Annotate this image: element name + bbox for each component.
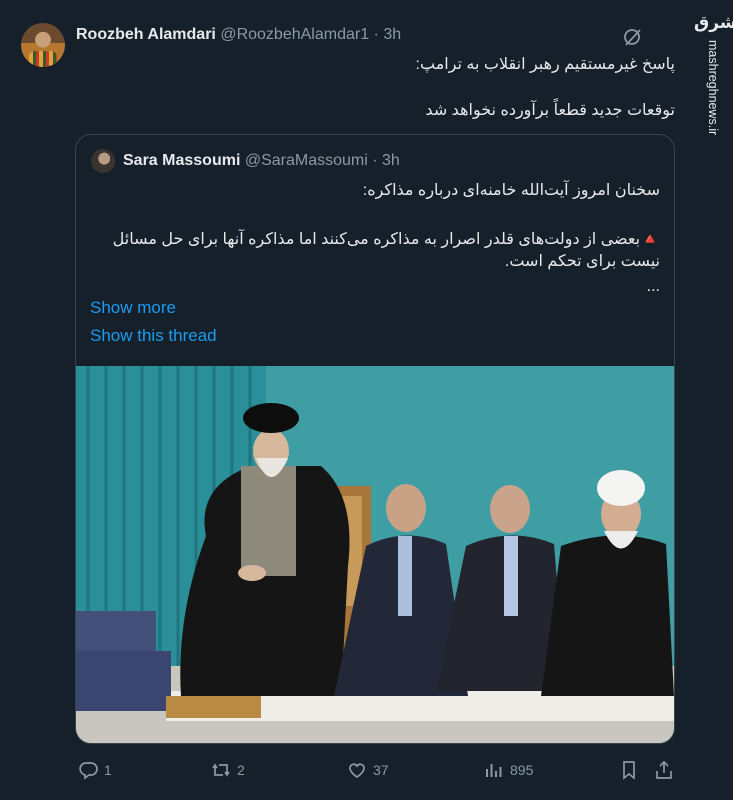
like-count: 37 [373, 762, 389, 778]
triangle-marker: 🔺 [640, 231, 660, 248]
quote-author-handle-time[interactable]: @SaraMassoumi · 3h [245, 152, 400, 169]
quote-text-body: بعضی از دولت‌های قلدر اصرار به مذاکره می… [112, 231, 660, 270]
photo-illustration [76, 366, 674, 743]
tweet: Roozbeh Alamdari @RoozbehAlamdar1 · 3h م… [0, 0, 733, 800]
reply-button[interactable]: 1 [78, 760, 112, 780]
views-count: 895 [510, 762, 534, 778]
tweet-header: Roozbeh Alamdari @RoozbehAlamdar1 · 3h [76, 26, 401, 44]
like-button[interactable]: 37 [347, 760, 389, 780]
reply-icon [79, 762, 98, 780]
quote-ellipsis: ... [646, 278, 660, 295]
bookmark-button[interactable] [619, 760, 639, 780]
share-icon [656, 760, 672, 779]
quote-header: Sara Massoumi @SaraMassoumi · 3h [123, 152, 400, 170]
quote-author-name[interactable]: Sara Massoumi [123, 152, 240, 169]
grok-icon[interactable] [623, 27, 643, 47]
watermark-site: mashreghnews.ir [706, 40, 720, 136]
site-watermark: مشرق mashreghnews.ir [694, 13, 733, 136]
watermark-logo: مشرق [694, 13, 733, 32]
views-button[interactable]: 895 [484, 760, 533, 780]
tweet-text-line-1: پاسخ غیرمستقیم رهبر انقلاب به ترامپ: [415, 56, 675, 73]
show-more-link[interactable]: Show more [90, 298, 176, 318]
bookmark-icon [623, 761, 635, 780]
tweet-text-line-2: توقعات جدید قطعاً برآورده نخواهد شد [425, 102, 675, 119]
author-name[interactable]: Roozbeh Alamdari [76, 26, 216, 43]
like-icon [349, 763, 365, 778]
reply-count: 1 [104, 762, 112, 778]
quote-text-line-1: سخنان امروز آیت‌الله خامنه‌ای درباره مذا… [362, 182, 660, 199]
quoted-tweet[interactable]: Sara Massoumi @SaraMassoumi · 3h سخنان ا… [75, 134, 675, 744]
author-avatar[interactable] [21, 23, 65, 67]
quote-text-line-2: 🔺بعضی از دولت‌های قلدر اصرار به مذاکره م… [90, 229, 660, 273]
action-bar: 1 2 37 895 [0, 760, 733, 782]
views-icon [486, 764, 502, 777]
quote-author-avatar[interactable] [91, 149, 115, 173]
author-handle-time[interactable]: @RoozbehAlamdar1 · 3h [220, 26, 401, 43]
retweet-button[interactable]: 2 [211, 760, 245, 780]
retweet-count: 2 [237, 762, 245, 778]
show-thread-link[interactable]: Show this thread [90, 326, 217, 346]
retweet-icon [212, 763, 230, 777]
quote-photo[interactable] [76, 366, 674, 743]
share-button[interactable] [654, 760, 674, 780]
